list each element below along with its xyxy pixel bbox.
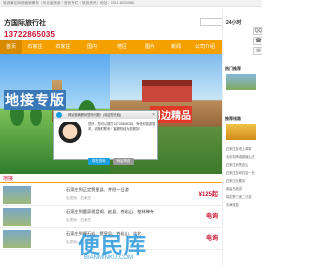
nav-item-home[interactable]: 首页 bbox=[0, 40, 22, 54]
tour-title[interactable]: 石家庄到正定赞皇县、井陉一日游 bbox=[66, 187, 129, 193]
nav-item[interactable]: 地区 bbox=[108, 40, 136, 54]
close-icon[interactable]: × bbox=[152, 111, 155, 119]
sidebar-tel: 24小时 bbox=[226, 20, 242, 26]
sidebar-line[interactable]: 石家庄至坝上草原 bbox=[226, 146, 252, 151]
sidebar-line[interactable]: 天津旅游 bbox=[226, 202, 239, 207]
site-name: 方国际旅行社 bbox=[4, 18, 46, 27]
consult-now-button[interactable]: 现在咨询 bbox=[88, 158, 110, 165]
sidebar-line[interactable]: 秦皇岛旅游 bbox=[226, 186, 242, 191]
sidebar-line[interactable]: 石家庄到苍岩山 bbox=[226, 162, 248, 167]
tour-row[interactable]: 石家庄到正定赞皇县、井陉一日游 出发地：石家庄 ¥125起 bbox=[0, 184, 222, 206]
tour-thumbnail bbox=[3, 230, 31, 248]
tour-price: ¥125起 bbox=[198, 192, 218, 198]
tiananmen-image bbox=[142, 80, 192, 102]
tour-price: 电询 bbox=[205, 236, 218, 242]
sidebar-thumbnail[interactable] bbox=[226, 124, 256, 140]
sidebar-section-title: 热门推荐 bbox=[225, 66, 241, 71]
nav-item[interactable]: 图片 bbox=[138, 40, 162, 54]
nav-item[interactable]: 石家庄 bbox=[50, 40, 76, 54]
phone-contact-button[interactable]: ☎ bbox=[253, 37, 262, 45]
later-button[interactable]: 稍后再说 bbox=[112, 158, 135, 165]
page: 旅游景区网络营销服务（河北省旅游｜首页专栏｜旅游资讯）地址：0311-65300… bbox=[0, 0, 262, 266]
nav-item[interactable]: 国内 bbox=[78, 40, 106, 54]
sidebar-thumbnail[interactable] bbox=[226, 74, 256, 90]
tour-row[interactable]: 石家庄到鹿泉观音阁、赵县、苍岩山、柏林禅寺 出发地：石家庄 电询 bbox=[0, 206, 222, 228]
agent-avatar bbox=[58, 122, 82, 154]
qq-contact-button[interactable]: QQ bbox=[253, 27, 262, 35]
tour-price: 电询 bbox=[205, 214, 218, 220]
main-nav: 首页 石家庄 石家庄 国内 地区 图片 新闻 公司介绍 bbox=[0, 40, 222, 54]
tour-meta: 出发地：石家庄 bbox=[66, 196, 92, 200]
nav-item[interactable]: 石家庄 bbox=[22, 40, 48, 54]
sidebar-line[interactable]: 北京到承德避暑山庄 bbox=[226, 154, 255, 159]
sidebar-line[interactable]: 石家庄至嶂石岩一日 bbox=[226, 170, 255, 175]
mail-contact-button[interactable]: ✉ bbox=[253, 47, 262, 55]
section-header: 地接 bbox=[0, 175, 222, 183]
tour-thumbnail bbox=[3, 208, 31, 226]
section-title: 地接 bbox=[3, 176, 14, 182]
top-info-bar: 旅游景区网络营销服务（河北省旅游｜首页专栏｜旅游资讯）地址：0311-65300… bbox=[0, 0, 262, 7]
hotline-phone: 13722865035 bbox=[4, 30, 56, 39]
popup-buttons: 现在咨询 稍后再说 bbox=[88, 149, 137, 167]
popup-header: 网站营销顾问您好问题！(欢迎您光临) bbox=[54, 111, 157, 119]
site-header: 方国际旅行社 13722865035 bbox=[0, 8, 222, 39]
sidebar-line[interactable]: 石家庄北戴河 bbox=[226, 178, 245, 183]
chat-invite-popup: 网站营销顾问您好问题！(欢迎您光临) × 您好，您可以拨打13722865035… bbox=[53, 110, 158, 165]
tour-title[interactable]: 石家庄到鹿泉观音阁、赵县、苍岩山、柏林禅寺 bbox=[66, 209, 154, 215]
nav-item[interactable]: 新闻 bbox=[164, 40, 188, 54]
right-sidebar: 24小时 QQ ☎ ✉ 热门推荐 推荐线路 石家庄至坝上草原 北京到承德避暑山庄… bbox=[222, 8, 262, 266]
sidebar-line[interactable]: 保定野三坡二日游 bbox=[226, 194, 252, 199]
banner-pagination bbox=[148, 166, 166, 174]
tour-meta: 出发地：石家庄 bbox=[66, 218, 92, 222]
watermark-subtitle: BIANMINKU.COM bbox=[84, 255, 134, 261]
qq-icon bbox=[56, 112, 62, 118]
popup-message: 您好，您可以拨打13722865035，有任何旅游需求，请随时联系！客服热线为您… bbox=[88, 122, 156, 131]
nav-item[interactable]: 公司介绍 bbox=[190, 40, 220, 54]
banner-title-left: 地接专版 bbox=[4, 90, 67, 110]
sidebar-section-title: 推荐线路 bbox=[225, 116, 241, 121]
tour-thumbnail bbox=[3, 186, 31, 204]
